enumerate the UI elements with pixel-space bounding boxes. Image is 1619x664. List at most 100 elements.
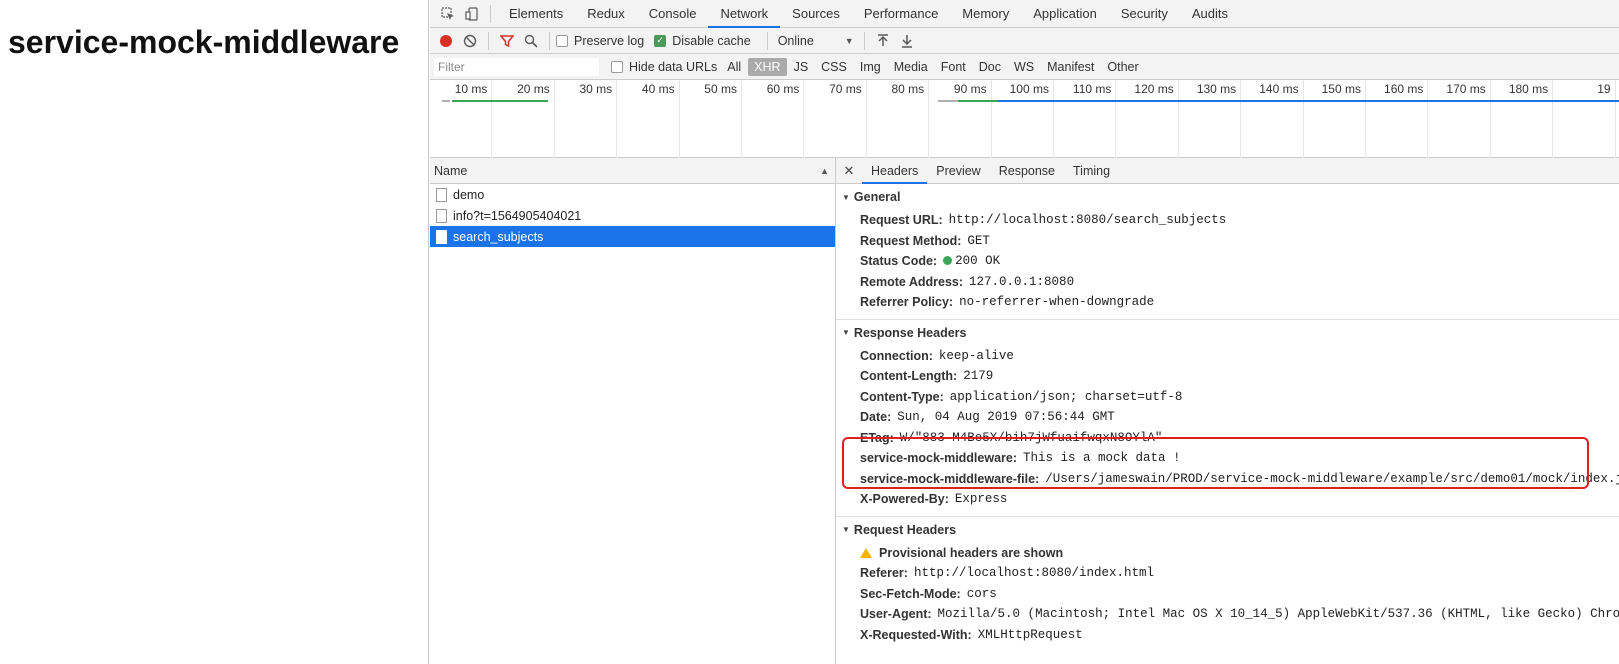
filter-type-other[interactable]: Other (1101, 58, 1144, 76)
header-value: Express (954, 492, 1008, 507)
header-row: Referrer Policy: no-referrer-when-downgra… (836, 292, 1619, 313)
record-icon[interactable] (434, 29, 458, 53)
header-value-wrap: no-referrer-when-downgrade (959, 295, 1154, 309)
tab-security[interactable]: Security (1109, 0, 1180, 28)
header-value: http://localhost:8080/search_subjects (948, 213, 1227, 228)
header-value-wrap: This is a mock data ! (1023, 451, 1181, 465)
separator (549, 31, 550, 50)
timeline-tick-label: 120 ms (1134, 82, 1174, 96)
tab-performance[interactable]: Performance (852, 0, 950, 28)
filter-type-manifest[interactable]: Manifest (1041, 58, 1100, 76)
tab-console[interactable]: Console (637, 0, 709, 28)
request-row[interactable]: demo (430, 184, 835, 205)
header-row: User-Agent: Mozilla/5.0 (Macintosh; Intel… (836, 604, 1619, 625)
filter-icon[interactable] (495, 29, 519, 53)
response-headers-toggle[interactable]: ▼ Response Headers (836, 320, 1619, 346)
request-header-rows: Referer: http://localhost:8080/index.html… (836, 563, 1619, 645)
details-tabbar: ✕ Headers Preview Response Timing (836, 158, 1619, 184)
response-headers-title: Response Headers (853, 325, 967, 340)
request-row[interactable]: search_subjects (430, 226, 835, 247)
timeline-tick-label: 160 ms (1384, 82, 1424, 96)
preserve-log-checkbox[interactable]: Preserve log (556, 34, 644, 48)
timeline-overview[interactable]: 10 ms 20 ms 30 ms 40 ms 50 ms 60 ms 70 ms 80 ms… (430, 80, 1619, 158)
filter-type-js[interactable]: JS (788, 58, 815, 76)
header-value: GET (967, 233, 990, 248)
tab-elements[interactable]: Elements (497, 0, 575, 28)
tab-audits[interactable]: Audits (1180, 0, 1240, 28)
separator (490, 4, 491, 23)
request-row[interactable]: info?t=1564905404021 (430, 205, 835, 226)
name-column-header[interactable]: Name ▲ (430, 158, 835, 184)
device-toolbar-icon[interactable] (460, 2, 484, 26)
checkbox-box[interactable] (611, 60, 623, 73)
import-har-icon[interactable] (871, 29, 895, 53)
tab-network[interactable]: Network (708, 0, 781, 28)
details-tab-timing[interactable]: Timing (1064, 158, 1119, 184)
details-tab-response[interactable]: Response (990, 158, 1064, 184)
timeline-tick-label: 19 (1597, 82, 1611, 96)
general-section-toggle[interactable]: ▼ General (836, 184, 1619, 210)
export-har-icon[interactable] (895, 29, 919, 53)
disable-cache-checkbox[interactable]: ✓ Disable cache (654, 34, 751, 48)
header-value: cors (966, 586, 997, 601)
header-name: Status Code: (860, 254, 938, 269)
filter-type-css[interactable]: CSS (815, 58, 853, 76)
general-section-title: General (853, 190, 901, 204)
header-value-wrap: XMLHttpRequest (978, 628, 1083, 642)
tab-memory[interactable]: Memory (950, 0, 1021, 28)
header-row: Content-Type: application/json; charset=u… (836, 387, 1619, 408)
tab-sources[interactable]: Sources (780, 0, 852, 28)
clear-icon[interactable] (458, 29, 482, 53)
header-row: Status Code: 200 OK (836, 251, 1619, 272)
throttling-select[interactable]: Online ▼ (778, 34, 854, 48)
filter-type-all[interactable]: All (721, 58, 747, 76)
hide-data-urls-checkbox[interactable]: Hide data URLs (611, 60, 717, 74)
header-value: /Users/jameswain/PROD/service-mock-middl… (1045, 471, 1619, 486)
close-icon[interactable]: ✕ (836, 163, 862, 179)
header-value-wrap: W/"883-M4Be5X/bih7jWfuaifwqxN8OYlA" (900, 431, 1163, 445)
sort-ascending-icon: ▲ (820, 165, 829, 176)
details-tabs: Headers Preview Response Timing (862, 158, 1119, 184)
checkbox-box[interactable]: ✓ (654, 34, 667, 47)
details-tab-headers[interactable]: Headers (862, 158, 928, 184)
header-name: Referer: (860, 566, 908, 581)
general-rows: Request URL: http://localhost:8080/search… (836, 210, 1619, 313)
filter-type-ws[interactable]: WS (1008, 58, 1040, 76)
hide-data-urls-label: Hide data URLs (629, 59, 718, 74)
header-value: keep-alive (938, 348, 1014, 363)
triangle-down-icon: ▼ (842, 328, 850, 337)
timeline-bar (958, 100, 998, 102)
header-value-wrap: Mozilla/5.0 (Macintosh; Intel Mac OS X 1… (938, 607, 1619, 621)
header-value: W/"883-M4Be5X/bih7jWfuaifwqxN8OYlA" (899, 430, 1163, 445)
request-details: ✕ Headers Preview Response Timing ▼ General… (836, 158, 1619, 664)
timeline-tick: 180 ms (1491, 80, 1554, 158)
filter-type-xhr[interactable]: XHR (748, 57, 787, 76)
timeline-tick: 60 ms (742, 80, 805, 158)
timeline-tick: 20 ms (492, 80, 555, 158)
filter-input[interactable] (434, 57, 599, 76)
disable-cache-label: Disable cache (672, 33, 751, 48)
timeline-tick: 19 (1553, 80, 1616, 158)
request-name: demo (453, 187, 485, 202)
header-row: Request Method: GET (836, 231, 1619, 252)
header-value-wrap: Express (955, 492, 1008, 506)
request-headers-toggle[interactable]: ▼ Request Headers (836, 517, 1619, 543)
filter-type-font[interactable]: Font (935, 58, 972, 76)
header-name: Date: (860, 410, 892, 425)
search-icon[interactable] (519, 29, 543, 53)
checkbox-box[interactable] (556, 34, 568, 47)
header-value: 127.0.0.1:8080 (969, 274, 1075, 289)
details-tab-preview[interactable]: Preview (927, 158, 989, 184)
header-row: Referer: http://localhost:8080/index.html (836, 563, 1619, 584)
header-row: Content-Length: 2179 (836, 366, 1619, 387)
inspect-element-icon[interactable] (436, 2, 460, 26)
header-name: Connection: (860, 348, 933, 363)
timeline-tick-label: 170 ms (1446, 82, 1486, 96)
filter-type-media[interactable]: Media (888, 58, 934, 76)
filter-type-doc[interactable]: Doc (973, 58, 1007, 76)
filter-type-img[interactable]: Img (854, 58, 887, 76)
tab-redux[interactable]: Redux (575, 0, 637, 28)
request-rows: demo info?t=1564905404021 search_subjects (430, 184, 835, 247)
tab-application[interactable]: Application (1021, 0, 1109, 28)
header-value-wrap: 127.0.0.1:8080 (969, 275, 1074, 289)
